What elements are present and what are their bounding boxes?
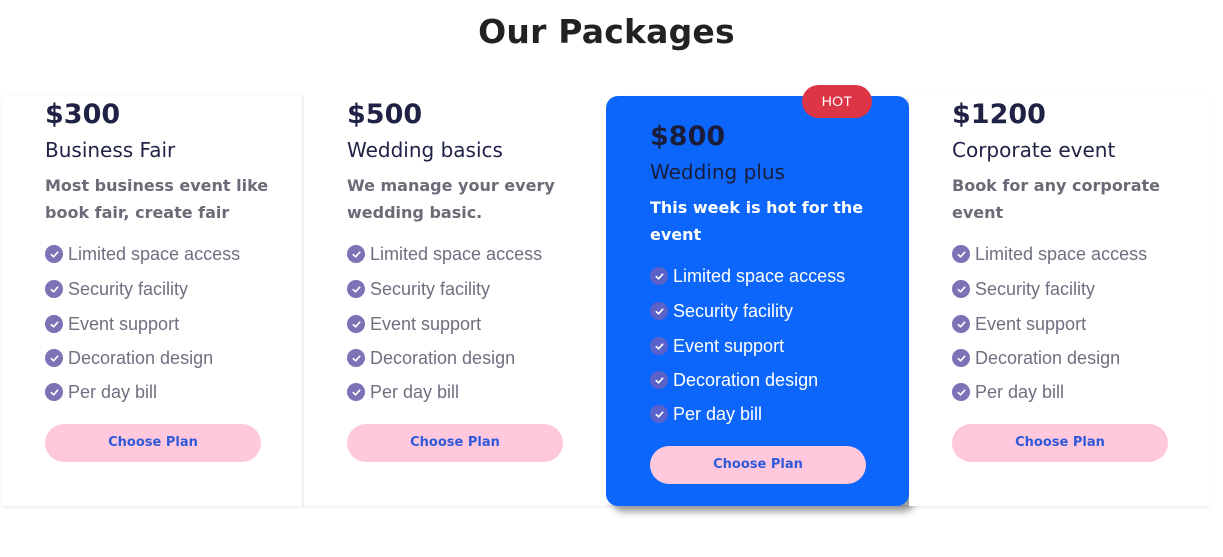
feature-label: Limited space access [673,265,846,286]
check-circle-icon [952,280,970,298]
package-card-business-fair: $300 Business Fair Most business event l… [2,96,303,506]
feature-label: Security facility [975,278,1096,299]
feature-item: Event support [650,329,880,363]
package-card-corporate-event: $1200 Corporate event Book for any corpo… [909,96,1210,506]
feature-label: Per day bill [68,381,158,402]
feature-label: Decoration design [68,347,214,368]
package-name: Wedding basics [347,138,503,162]
feature-label: Decoration design [673,369,819,390]
feature-list: Limited space access Security facility E… [347,237,577,409]
feature-item: Security facility [952,271,1182,307]
choose-plan-button[interactable]: Choose Plan [45,424,261,462]
package-name: Business Fair [45,138,176,162]
package-description: Most business event like book fair, crea… [45,176,269,222]
feature-label: Event support [370,313,482,334]
package-card-wedding-plus: $800 Wedding plus This week is hot for t… [606,96,909,506]
hot-badge: HOT [802,85,872,118]
feature-label: Event support [673,335,785,356]
package-name: Wedding plus [650,160,785,184]
check-circle-icon [952,245,970,263]
feature-item: Decoration design [650,363,880,397]
package-price: $800 [650,121,726,152]
package-card-wedding-basics: $500 Wedding basics We manage your every… [304,96,605,506]
feature-item: Security facility [45,271,275,307]
check-circle-icon [347,315,365,333]
check-circle-icon [952,349,970,367]
check-circle-icon [347,245,365,263]
package-description: This week is hot for the event [650,198,864,244]
feature-item: Security facility [347,271,577,307]
feature-label: Security facility [370,278,491,299]
check-circle-icon [347,383,365,401]
feature-list: Limited space access Security facility E… [650,259,880,431]
check-circle-icon [650,302,668,320]
feature-list: Limited space access Security facility E… [45,237,275,409]
choose-plan-button[interactable]: Choose Plan [347,424,563,462]
feature-item: Event support [45,307,275,341]
feature-label: Event support [68,313,180,334]
feature-label: Security facility [673,300,794,321]
feature-label: Limited space access [975,243,1148,264]
feature-label: Per day bill [673,403,763,424]
check-circle-icon [45,280,63,298]
check-circle-icon [45,245,63,263]
feature-label: Event support [975,313,1087,334]
feature-item: Event support [347,307,577,341]
feature-label: Limited space access [370,243,543,264]
page-title: Our Packages [478,12,735,51]
check-circle-icon [45,349,63,367]
feature-item: Per day bill [45,375,275,409]
check-circle-icon [347,349,365,367]
package-description: Book for any corporate event [952,176,1160,222]
check-circle-icon [650,337,668,355]
check-circle-icon [347,280,365,298]
feature-item: Per day bill [952,375,1182,409]
check-circle-icon [45,315,63,333]
choose-plan-button[interactable]: Choose Plan [650,446,866,484]
feature-label: Decoration design [370,347,516,368]
check-circle-icon [650,405,668,423]
feature-label: Per day bill [370,381,460,402]
package-price: $1200 [952,99,1046,130]
feature-item: Event support [952,307,1182,341]
choose-plan-button[interactable]: Choose Plan [952,424,1168,462]
feature-label: Limited space access [68,243,241,264]
feature-item: Decoration design [347,341,577,375]
feature-item: Limited space access [952,237,1182,271]
check-circle-icon [45,383,63,401]
feature-item: Per day bill [650,397,880,431]
package-price: $300 [45,99,121,130]
check-circle-icon [650,267,668,285]
feature-label: Security facility [68,278,189,299]
feature-item: Decoration design [952,341,1182,375]
feature-item: Limited space access [45,237,275,271]
check-circle-icon [952,383,970,401]
feature-label: Per day bill [975,381,1065,402]
package-price: $500 [347,99,423,130]
package-name: Corporate event [952,138,1116,162]
feature-item: Limited space access [650,259,880,293]
package-description: We manage your every wedding basic. [347,176,555,222]
check-circle-icon [952,315,970,333]
feature-label: Decoration design [975,347,1121,368]
check-circle-icon [650,371,668,389]
feature-list: Limited space access Security facility E… [952,237,1182,409]
feature-item: Security facility [650,293,880,329]
feature-item: Per day bill [347,375,577,409]
feature-item: Decoration design [45,341,275,375]
feature-item: Limited space access [347,237,577,271]
